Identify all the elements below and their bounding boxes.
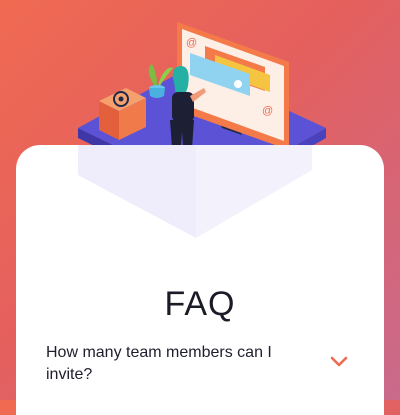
faq-question: How many team members can I invite? — [46, 344, 272, 383]
screen-dot — [234, 80, 242, 88]
plant-icon — [148, 64, 157, 86]
card-shadow-decor — [78, 145, 312, 238]
plant-pot — [149, 88, 165, 98]
chevron-down-icon[interactable] — [330, 356, 348, 368]
at-sign-icon: @ — [262, 105, 273, 117]
at-sign-icon: @ — [186, 37, 197, 49]
faq-item[interactable]: How many team members can I invite? — [46, 342, 356, 402]
faq-card: FAQ How many team members can I invite? — [16, 145, 384, 415]
at-sign-inner — [118, 96, 124, 102]
page-title: FAQ — [164, 285, 236, 323]
